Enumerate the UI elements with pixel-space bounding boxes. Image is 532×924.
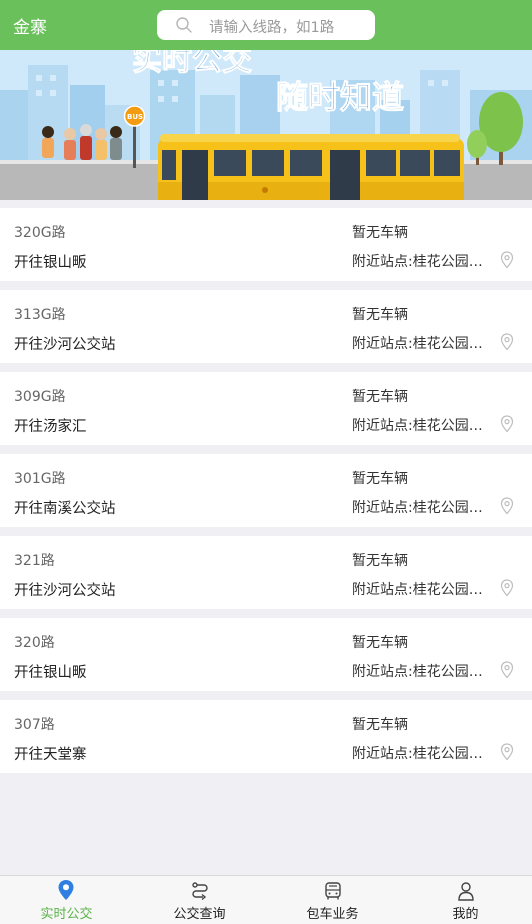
route-row[interactable]: 313G路 开往沙河公交站 暂无车辆 附近站点:桂花公园北...: [0, 290, 532, 363]
route-row[interactable]: 321路 开往沙河公交站 暂无车辆 附近站点:桂花公园北...: [0, 536, 532, 609]
tab-charter-service[interactable]: 包车业务: [266, 876, 399, 924]
nearby-stop: 附近站点:桂花公园北...: [352, 336, 494, 352]
nearby-stop: 附近站点:桂花公园北...: [352, 582, 494, 598]
tab-label: 公交查询: [173, 907, 226, 922]
tab-profile[interactable]: 我的: [399, 876, 532, 924]
location-pin-icon[interactable]: [500, 415, 514, 437]
route-row[interactable]: 309G路 开往汤家汇 暂无车辆 附近站点:桂花公园北...: [0, 372, 532, 445]
route-destination: 开往南溪公交站: [14, 501, 116, 517]
route-row[interactable]: 320路 开往银山畈 暂无车辆 附近站点:桂花公园北...: [0, 618, 532, 691]
search-placeholder: 请输入线路，如1路: [209, 20, 335, 36]
nearby-stop: 附近站点:桂花公园北...: [352, 664, 494, 680]
location-pin-icon[interactable]: [500, 661, 514, 683]
vehicle-status: 暂无车辆: [352, 471, 408, 487]
location-pin-icon[interactable]: [500, 333, 514, 355]
location-pin-icon[interactable]: [500, 251, 514, 273]
route-destination: 开往沙河公交站: [14, 337, 116, 353]
route-row[interactable]: 301G路 开往南溪公交站 暂无车辆 附近站点:桂花公园北...: [0, 454, 532, 527]
search-input[interactable]: 请输入线路，如1路: [157, 10, 375, 40]
route-number: 320路: [14, 635, 55, 651]
bus-icon: [323, 881, 343, 905]
bottom-tab-bar: 实时公交 公交查询 包车业务 我的: [0, 875, 532, 924]
tab-label: 包车业务: [306, 907, 359, 922]
route-number: 309G路: [14, 389, 66, 405]
tab-label: 我的: [452, 907, 479, 922]
vehicle-status: 暂无车辆: [352, 553, 408, 569]
route-row[interactable]: 320G路 开往银山畈 暂无车辆 附近站点:桂花公园北...: [0, 208, 532, 281]
vehicle-status: 暂无车辆: [352, 307, 408, 323]
nearby-stop: 附近站点:桂花公园北...: [352, 746, 494, 762]
route-destination: 开往沙河公交站: [14, 583, 116, 599]
route-icon: [190, 881, 210, 905]
location-pin-icon: [57, 879, 75, 905]
route-number: 321路: [14, 553, 55, 569]
route-number: 313G路: [14, 307, 66, 323]
vehicle-status: 暂无车辆: [352, 717, 408, 733]
vehicle-status: 暂无车辆: [352, 225, 408, 241]
route-number: 320G路: [14, 225, 66, 241]
route-destination: 开往银山畈: [14, 665, 87, 681]
promo-banner: 实时公交 随时知道 BUS: [0, 50, 532, 200]
route-number: 307路: [14, 717, 55, 733]
top-bar: 金寨 请输入线路，如1路: [0, 0, 532, 50]
banner-headline-1: 实时公交: [132, 50, 252, 78]
route-list: 320G路 开往银山畈 暂无车辆 附近站点:桂花公园北... 313G路 开往沙…: [0, 208, 532, 782]
tab-label: 实时公交: [40, 907, 93, 922]
location-pin-icon[interactable]: [500, 743, 514, 765]
bus-stop-sign: BUS: [127, 113, 143, 121]
person-icon: [456, 881, 476, 905]
route-destination: 开往汤家汇: [14, 419, 87, 435]
route-destination: 开往银山畈: [14, 255, 87, 271]
vehicle-status: 暂无车辆: [352, 635, 408, 651]
search-icon: [175, 16, 193, 38]
route-destination: 开往天堂寨: [14, 747, 87, 763]
nearby-stop: 附近站点:桂花公园北...: [352, 500, 494, 516]
city-selector[interactable]: 金寨: [13, 13, 47, 38]
banner-headline-2: 随时知道: [276, 78, 404, 116]
tab-bus-query[interactable]: 公交查询: [133, 876, 266, 924]
route-number: 301G路: [14, 471, 66, 487]
tab-realtime-bus[interactable]: 实时公交: [0, 876, 133, 924]
nearby-stop: 附近站点:桂花公园北...: [352, 418, 494, 434]
nearby-stop: 附近站点:桂花公园北...: [352, 254, 494, 270]
route-row[interactable]: 307路 开往天堂寨 暂无车辆 附近站点:桂花公园北...: [0, 700, 532, 773]
vehicle-status: 暂无车辆: [352, 389, 408, 405]
location-pin-icon[interactable]: [500, 579, 514, 601]
location-pin-icon[interactable]: [500, 497, 514, 519]
